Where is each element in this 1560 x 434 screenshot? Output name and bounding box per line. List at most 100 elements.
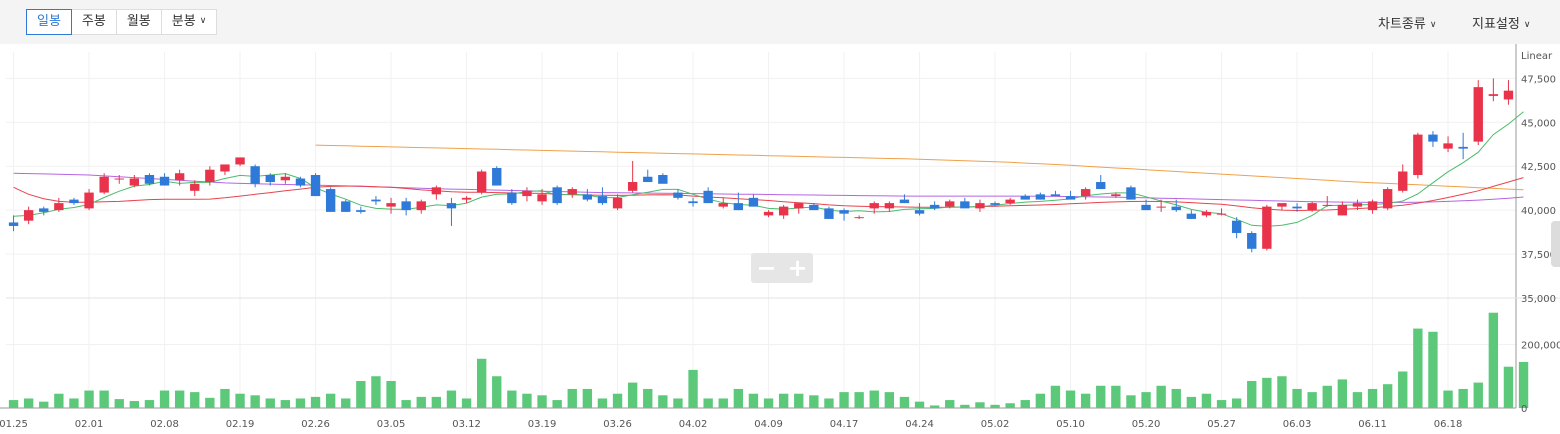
candle-body — [1413, 134, 1423, 175]
candle-body — [1035, 194, 1046, 200]
volume-bar — [235, 393, 245, 408]
volume-bar — [537, 395, 547, 408]
volume-bar — [476, 358, 487, 408]
volume-bar — [1488, 312, 1499, 408]
price-tick-label: 47,500 — [1521, 74, 1556, 85]
candle-body — [1473, 87, 1483, 142]
volume-bar — [1382, 384, 1393, 408]
candle-body — [658, 175, 668, 184]
volume-tick-label: 200,000 — [1521, 340, 1560, 351]
candle-body — [522, 190, 532, 197]
volume-bar — [869, 390, 879, 408]
candle-body — [748, 197, 759, 207]
volume-bar — [1126, 395, 1136, 408]
candle-body — [854, 217, 864, 219]
volume-bar — [824, 398, 834, 408]
candle-body — [990, 203, 1000, 205]
period-minute-button[interactable]: 분봉 ∨ — [162, 10, 217, 34]
volume-bar — [325, 393, 336, 408]
volume-bar — [1307, 392, 1317, 408]
volume-bar — [174, 390, 185, 408]
chart-type-menu[interactable]: 차트종류 ∨ — [1378, 13, 1436, 32]
date-tick-label: 04.09 — [754, 419, 783, 430]
volume-bar — [763, 398, 774, 408]
candle-body — [1156, 206, 1166, 208]
volume-bar — [1473, 382, 1483, 408]
volume-bar — [658, 395, 668, 408]
volume-bar — [1458, 388, 1468, 408]
volume-bar — [839, 392, 849, 408]
volume-bar — [39, 401, 49, 408]
volume-bar — [310, 396, 321, 408]
date-tick-label: 02.26 — [301, 419, 330, 430]
candle-body — [1005, 199, 1015, 204]
volume-bar — [718, 398, 728, 408]
stock-chart[interactable]: Linear47,50045,00042,50040,00037,50035,0… — [0, 44, 1560, 434]
candle-body — [54, 203, 64, 211]
candle-body — [1096, 182, 1106, 190]
volume-bar — [1096, 385, 1106, 408]
volume-bar — [1337, 379, 1348, 408]
volume-bar — [1065, 390, 1076, 408]
candle-body — [824, 208, 834, 219]
candle-body — [688, 201, 698, 204]
candle-body — [39, 208, 49, 212]
period-monthly-button[interactable]: 월봉 — [117, 10, 162, 34]
period-weekly-label: 주봉 — [81, 14, 106, 29]
candle-body — [341, 201, 351, 212]
volume-bar — [794, 393, 804, 408]
candle-body — [507, 192, 517, 204]
zoom-out-button[interactable]: − — [751, 253, 782, 283]
volume-bar — [945, 400, 955, 408]
volume-bar — [1247, 381, 1257, 408]
volume-bar — [960, 404, 970, 408]
candle-body — [1231, 220, 1242, 233]
candle-body — [431, 187, 442, 195]
volume-bar — [809, 395, 819, 408]
volume-bar — [99, 390, 109, 408]
volume-bar — [386, 381, 396, 408]
date-tick-label: 01.25 — [0, 419, 28, 430]
date-tick-label: 02.19 — [226, 419, 255, 430]
indicator-settings-menu[interactable]: 지표설정 ∨ — [1472, 13, 1530, 32]
candle-body — [401, 201, 411, 211]
volume-bar — [205, 397, 215, 408]
period-daily-button[interactable]: 일봉 — [26, 9, 72, 35]
candle-body — [8, 222, 19, 226]
candle-body — [778, 206, 789, 216]
candle-body — [1065, 196, 1076, 200]
candle-body — [1382, 189, 1393, 209]
volume-bar — [1141, 392, 1151, 408]
scale-label: Linear — [1521, 51, 1553, 62]
candle-body — [280, 176, 291, 181]
volume-bar — [1277, 376, 1287, 408]
period-weekly-button[interactable]: 주봉 — [72, 10, 117, 34]
candle-body — [582, 194, 593, 200]
candle-body — [703, 190, 713, 204]
candle-body — [1020, 196, 1030, 200]
chevron-down-icon: ∨ — [199, 16, 207, 26]
volume-bar — [114, 399, 124, 408]
period-minute-label: 분봉 — [171, 14, 196, 29]
side-panel-handle[interactable] — [1551, 221, 1560, 267]
volume-bar — [582, 388, 593, 408]
volume-bar — [250, 395, 260, 408]
zoom-in-button[interactable]: + — [782, 253, 813, 283]
candle-body — [1262, 206, 1272, 249]
volume-bar — [899, 396, 910, 408]
price-tick-label: 42,500 — [1521, 162, 1556, 173]
candle-body — [461, 197, 472, 200]
candle-body — [1292, 206, 1302, 209]
candle-body — [1443, 143, 1453, 149]
volume-bar — [129, 401, 140, 408]
volume-bar — [567, 388, 577, 408]
candle-body — [945, 201, 955, 207]
candle-body — [1307, 203, 1317, 211]
volume-bar — [1005, 403, 1015, 408]
indicator-settings-label: 지표설정 — [1472, 17, 1520, 32]
candle-body — [84, 192, 94, 209]
volume-bar — [627, 382, 638, 408]
zoom-control: − + — [751, 253, 813, 283]
date-tick-label: 05.10 — [1056, 419, 1085, 430]
volume-bar — [703, 398, 713, 408]
